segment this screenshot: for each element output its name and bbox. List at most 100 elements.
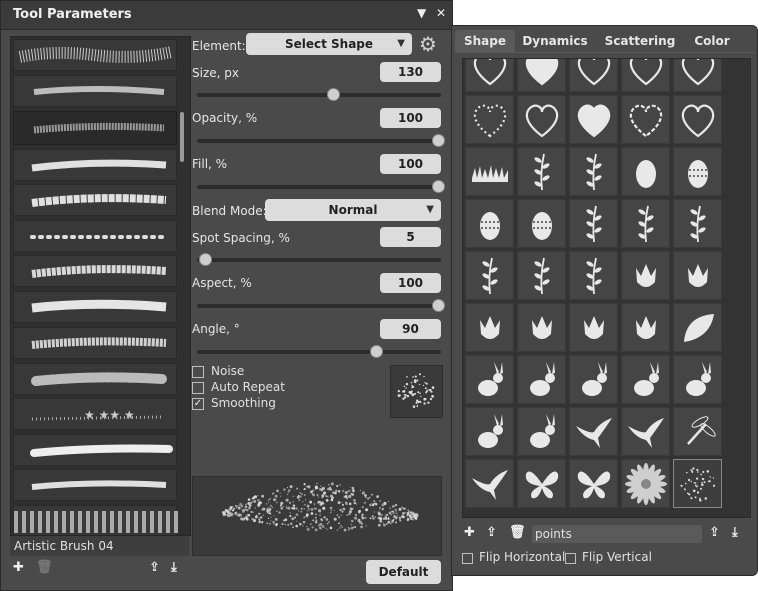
add-icon[interactable]: ✚ [464,525,475,540]
brush-item[interactable]: ★ ★★ ★ [13,398,177,430]
export-icon[interactable]: ⤓ [171,560,177,575]
slider-knob[interactable] [432,134,445,147]
shape-cell[interactable] [517,59,566,92]
brush-item[interactable] [13,505,178,535]
shape-cell[interactable] [621,251,670,300]
brush-item[interactable] [13,149,177,181]
shape-cell[interactable] [465,303,514,352]
shape-cell[interactable] [569,459,618,508]
flip-horizontal-checkbox[interactable] [462,553,473,564]
tab-color[interactable]: Color [688,30,736,52]
shape-cell[interactable] [673,407,722,456]
add-icon[interactable]: ✚ [13,560,24,575]
size-value[interactable]: 130 [380,62,441,82]
fill-value[interactable]: 100 [380,154,441,174]
trash-icon[interactable]: 🗑 [36,560,53,575]
blend-mode-dropdown[interactable]: Normal ▼ [265,199,441,221]
shape-cell[interactable] [621,407,670,456]
shape-cell[interactable] [621,199,670,248]
shape-cell[interactable] [517,407,566,456]
shape-cell[interactable] [465,147,514,196]
brush-item[interactable] [13,39,177,71]
aspect-value[interactable]: 100 [380,273,441,293]
shape-cell[interactable] [621,459,670,508]
import-icon[interactable]: ⇪ [709,525,720,540]
element-dropdown[interactable]: Select Shape ▼ [246,33,412,55]
shape-cell-selected[interactable] [673,459,722,508]
brush-item[interactable] [13,469,177,501]
slider-knob[interactable] [370,345,384,358]
spot-spacing-slider[interactable] [197,253,441,266]
shape-search-input[interactable]: points [532,525,702,543]
shape-cell[interactable] [517,251,566,300]
brush-item[interactable] [13,327,177,359]
brush-item[interactable] [13,220,177,252]
shape-cell[interactable] [517,459,566,508]
tab-shape[interactable]: Shape [455,30,515,52]
shape-cell[interactable] [569,303,618,352]
close-icon[interactable]: ✕ [436,6,446,20]
fill-slider[interactable] [197,180,445,193]
default-button[interactable]: Default [366,560,441,584]
brush-item[interactable] [13,291,177,323]
tab-dynamics[interactable]: Dynamics [520,30,590,52]
tab-scattering[interactable]: Scattering [600,30,680,52]
shape-cell[interactable] [673,147,722,196]
shape-cell[interactable] [569,59,618,92]
import-icon[interactable]: ⇪ [149,560,160,575]
slider-knob[interactable] [198,253,212,266]
shape-cell[interactable] [465,407,514,456]
brush-list[interactable]: ★ ★★ ★ [10,36,191,536]
flip-vertical-checkbox[interactable] [565,553,576,564]
brush-item[interactable] [13,255,177,287]
spot-spacing-value[interactable]: 5 [380,227,441,247]
shape-cell[interactable] [465,459,514,508]
gear-icon[interactable]: ⚙ [419,32,437,56]
shape-cell[interactable] [465,59,514,92]
angle-value[interactable]: 90 [380,319,441,339]
shape-cell[interactable] [621,355,670,404]
brush-item[interactable] [13,75,177,107]
auto-repeat-checkbox[interactable] [192,382,204,394]
brush-list-scrollbar[interactable] [180,112,184,162]
shape-cell[interactable] [517,355,566,404]
shape-cell[interactable] [673,59,722,92]
smoothing-checkbox[interactable]: ✓ [192,398,204,410]
shape-cell[interactable] [465,251,514,300]
brush-item[interactable] [13,434,177,466]
shape-cell[interactable] [569,407,618,456]
export-icon[interactable]: ⤓ [732,525,738,540]
noise-checkbox[interactable] [192,366,204,378]
shape-cell[interactable] [569,95,618,144]
slider-knob[interactable] [327,88,341,101]
brush-item-selected[interactable] [13,111,177,145]
shape-cell[interactable] [465,199,514,248]
shape-cell[interactable] [673,303,722,352]
opacity-value[interactable]: 100 [380,108,441,128]
angle-slider[interactable] [197,345,441,358]
shape-cell[interactable] [465,355,514,404]
shape-cell[interactable] [621,147,670,196]
shape-cell[interactable] [517,303,566,352]
opacity-slider[interactable] [197,134,445,147]
shape-cell[interactable] [673,95,722,144]
brush-item[interactable] [13,184,177,216]
slider-knob[interactable] [432,180,445,193]
shape-cell[interactable] [621,95,670,144]
slider-knob[interactable] [432,299,445,312]
shape-cell[interactable] [517,147,566,196]
shape-cell[interactable] [621,303,670,352]
shape-cell[interactable] [673,251,722,300]
brush-item[interactable] [13,363,177,395]
shape-cell[interactable] [569,355,618,404]
menu-arrow-icon[interactable]: ▼ [417,6,426,20]
shape-cell[interactable] [517,95,566,144]
shape-cell[interactable] [569,199,618,248]
size-slider[interactable] [197,88,441,101]
import-icon[interactable]: ⇪ [486,525,497,540]
trash-icon[interactable]: 🗑 [509,525,526,540]
shape-cell[interactable] [569,251,618,300]
shape-cell[interactable] [621,59,670,92]
shape-cell[interactable] [569,147,618,196]
aspect-slider[interactable] [197,299,445,312]
